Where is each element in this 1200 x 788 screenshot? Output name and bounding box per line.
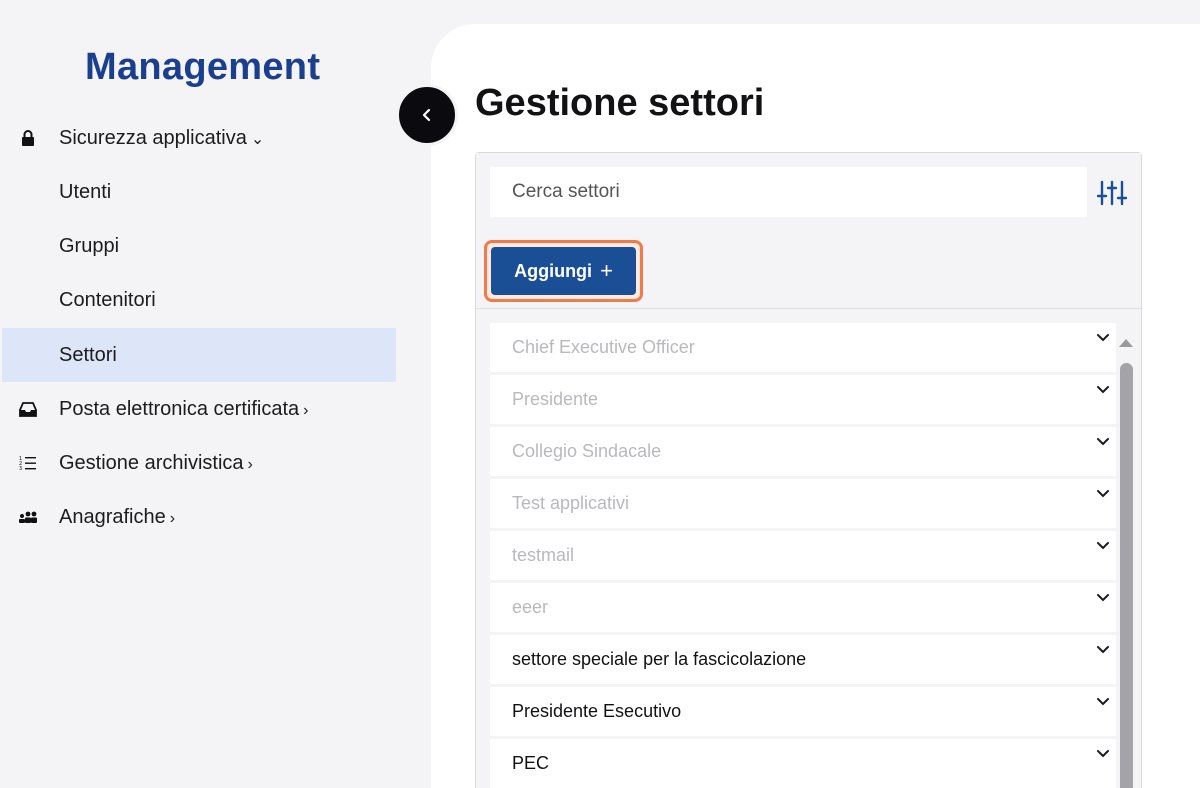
sidebar-item-gruppi[interactable]: Gruppi xyxy=(2,219,396,273)
plus-icon: + xyxy=(600,258,613,283)
chevron-right-icon: › xyxy=(169,509,176,527)
sidebar-item-posta-elettronica-certificata[interactable]: Posta elettronica certificata › xyxy=(2,382,396,436)
add-button[interactable]: Aggiungi + xyxy=(491,247,636,295)
sector-list-item[interactable]: eeer xyxy=(490,583,1116,632)
chevron-down-icon: ⌄ xyxy=(250,130,265,148)
lock-icon xyxy=(18,128,38,148)
sector-item-label: Chief Executive Officer xyxy=(512,337,695,357)
page-title: Gestione settori xyxy=(475,82,765,124)
chevron-down-icon[interactable] xyxy=(1096,541,1110,551)
chevron-down-icon[interactable] xyxy=(1096,333,1110,343)
sector-item-label: Presidente Esecutivo xyxy=(512,701,682,721)
sidebar-item-utenti[interactable]: Utenti xyxy=(2,165,396,219)
sidebar-item-contenitori[interactable]: Contenitori xyxy=(2,273,396,327)
sector-list-item[interactable]: Chief Executive Officer xyxy=(490,323,1116,372)
svg-text:3: 3 xyxy=(19,466,22,471)
chevron-down-icon[interactable] xyxy=(1096,593,1110,603)
sidebar-item-label: Utenti xyxy=(59,180,112,203)
sidebar-item-label: Contenitori xyxy=(59,288,156,311)
brand-title: Management xyxy=(85,46,321,88)
numbered-list-icon: 123 xyxy=(18,453,38,473)
filter-settings-button[interactable] xyxy=(1096,178,1128,208)
sidebar-item-gestione-archivistica[interactable]: 123 Gestione archivistica › xyxy=(2,436,396,490)
sector-list-item[interactable]: PEC xyxy=(490,739,1116,788)
sector-list-item[interactable]: Collegio Sindacale xyxy=(490,427,1116,476)
sector-list-item[interactable]: Presidente Esecutivo xyxy=(490,687,1116,736)
sector-item-label: Collegio Sindacale xyxy=(512,441,662,461)
sector-list-item[interactable]: settore speciale per la fascicolazione xyxy=(490,635,1116,684)
chevron-down-icon[interactable] xyxy=(1096,437,1110,447)
scroll-up-arrow-icon[interactable] xyxy=(1118,337,1134,349)
sidebar-item-label: Settori xyxy=(59,343,117,366)
chevron-down-icon[interactable] xyxy=(1096,749,1110,759)
search-input[interactable] xyxy=(490,167,1087,217)
sector-list-item[interactable]: testmail xyxy=(490,531,1116,580)
sector-list: Chief Executive Officer Presidente Collegi… xyxy=(490,323,1116,788)
inbox-icon xyxy=(18,399,38,419)
sector-item-label: Presidente xyxy=(512,389,599,409)
sidebar-item-label: Gruppi xyxy=(59,234,120,257)
add-button-highlight: Aggiungi + xyxy=(484,240,643,302)
scrollbar-thumb[interactable] xyxy=(1120,363,1133,788)
sectors-panel: Aggiungi + Chief Executive Officer Presid… xyxy=(475,152,1142,788)
sidebar-item-label: Posta elettronica certificata xyxy=(59,397,300,420)
sector-list-item[interactable]: Test applicativi xyxy=(490,479,1116,528)
chevron-right-icon: › xyxy=(303,401,309,419)
sector-item-label: PEC xyxy=(512,753,550,773)
sidebar-item-sicurezza-applicativa[interactable]: Sicurezza applicativa ⌄ xyxy=(2,111,396,165)
sector-item-label: eeer xyxy=(512,597,549,617)
people-group-icon xyxy=(18,507,38,527)
chevron-down-icon[interactable] xyxy=(1096,645,1110,655)
sidebar-item-label: Anagrafiche xyxy=(59,505,166,528)
sector-list-item[interactable]: Presidente xyxy=(490,375,1116,424)
sector-item-label: settore speciale per la fascicolazione xyxy=(512,649,807,669)
sliders-icon xyxy=(1097,180,1127,206)
panel-header: Aggiungi + xyxy=(476,153,1141,309)
collapse-sidebar-button[interactable] xyxy=(396,84,458,146)
sidebar-item-settori[interactable]: Settori xyxy=(2,328,396,382)
chevron-left-icon xyxy=(422,108,431,122)
sector-item-label: testmail xyxy=(512,545,575,565)
add-button-label: Aggiungi xyxy=(514,260,593,281)
chevron-right-icon: › xyxy=(247,455,253,473)
sector-item-label: Test applicativi xyxy=(512,493,630,513)
sidebar-item-label: Gestione archivistica xyxy=(59,451,244,474)
sidebar-item-anagrafiche[interactable]: Anagrafiche › xyxy=(2,490,396,544)
chevron-down-icon[interactable] xyxy=(1096,697,1110,707)
scrollbar[interactable] xyxy=(1118,337,1134,788)
sidebar: Management Sicurezza applicativa ⌄ Utenti… xyxy=(0,0,400,788)
sidebar-item-label: Sicurezza applicativa xyxy=(59,126,247,149)
chevron-down-icon[interactable] xyxy=(1096,489,1110,499)
chevron-down-icon[interactable] xyxy=(1096,385,1110,395)
